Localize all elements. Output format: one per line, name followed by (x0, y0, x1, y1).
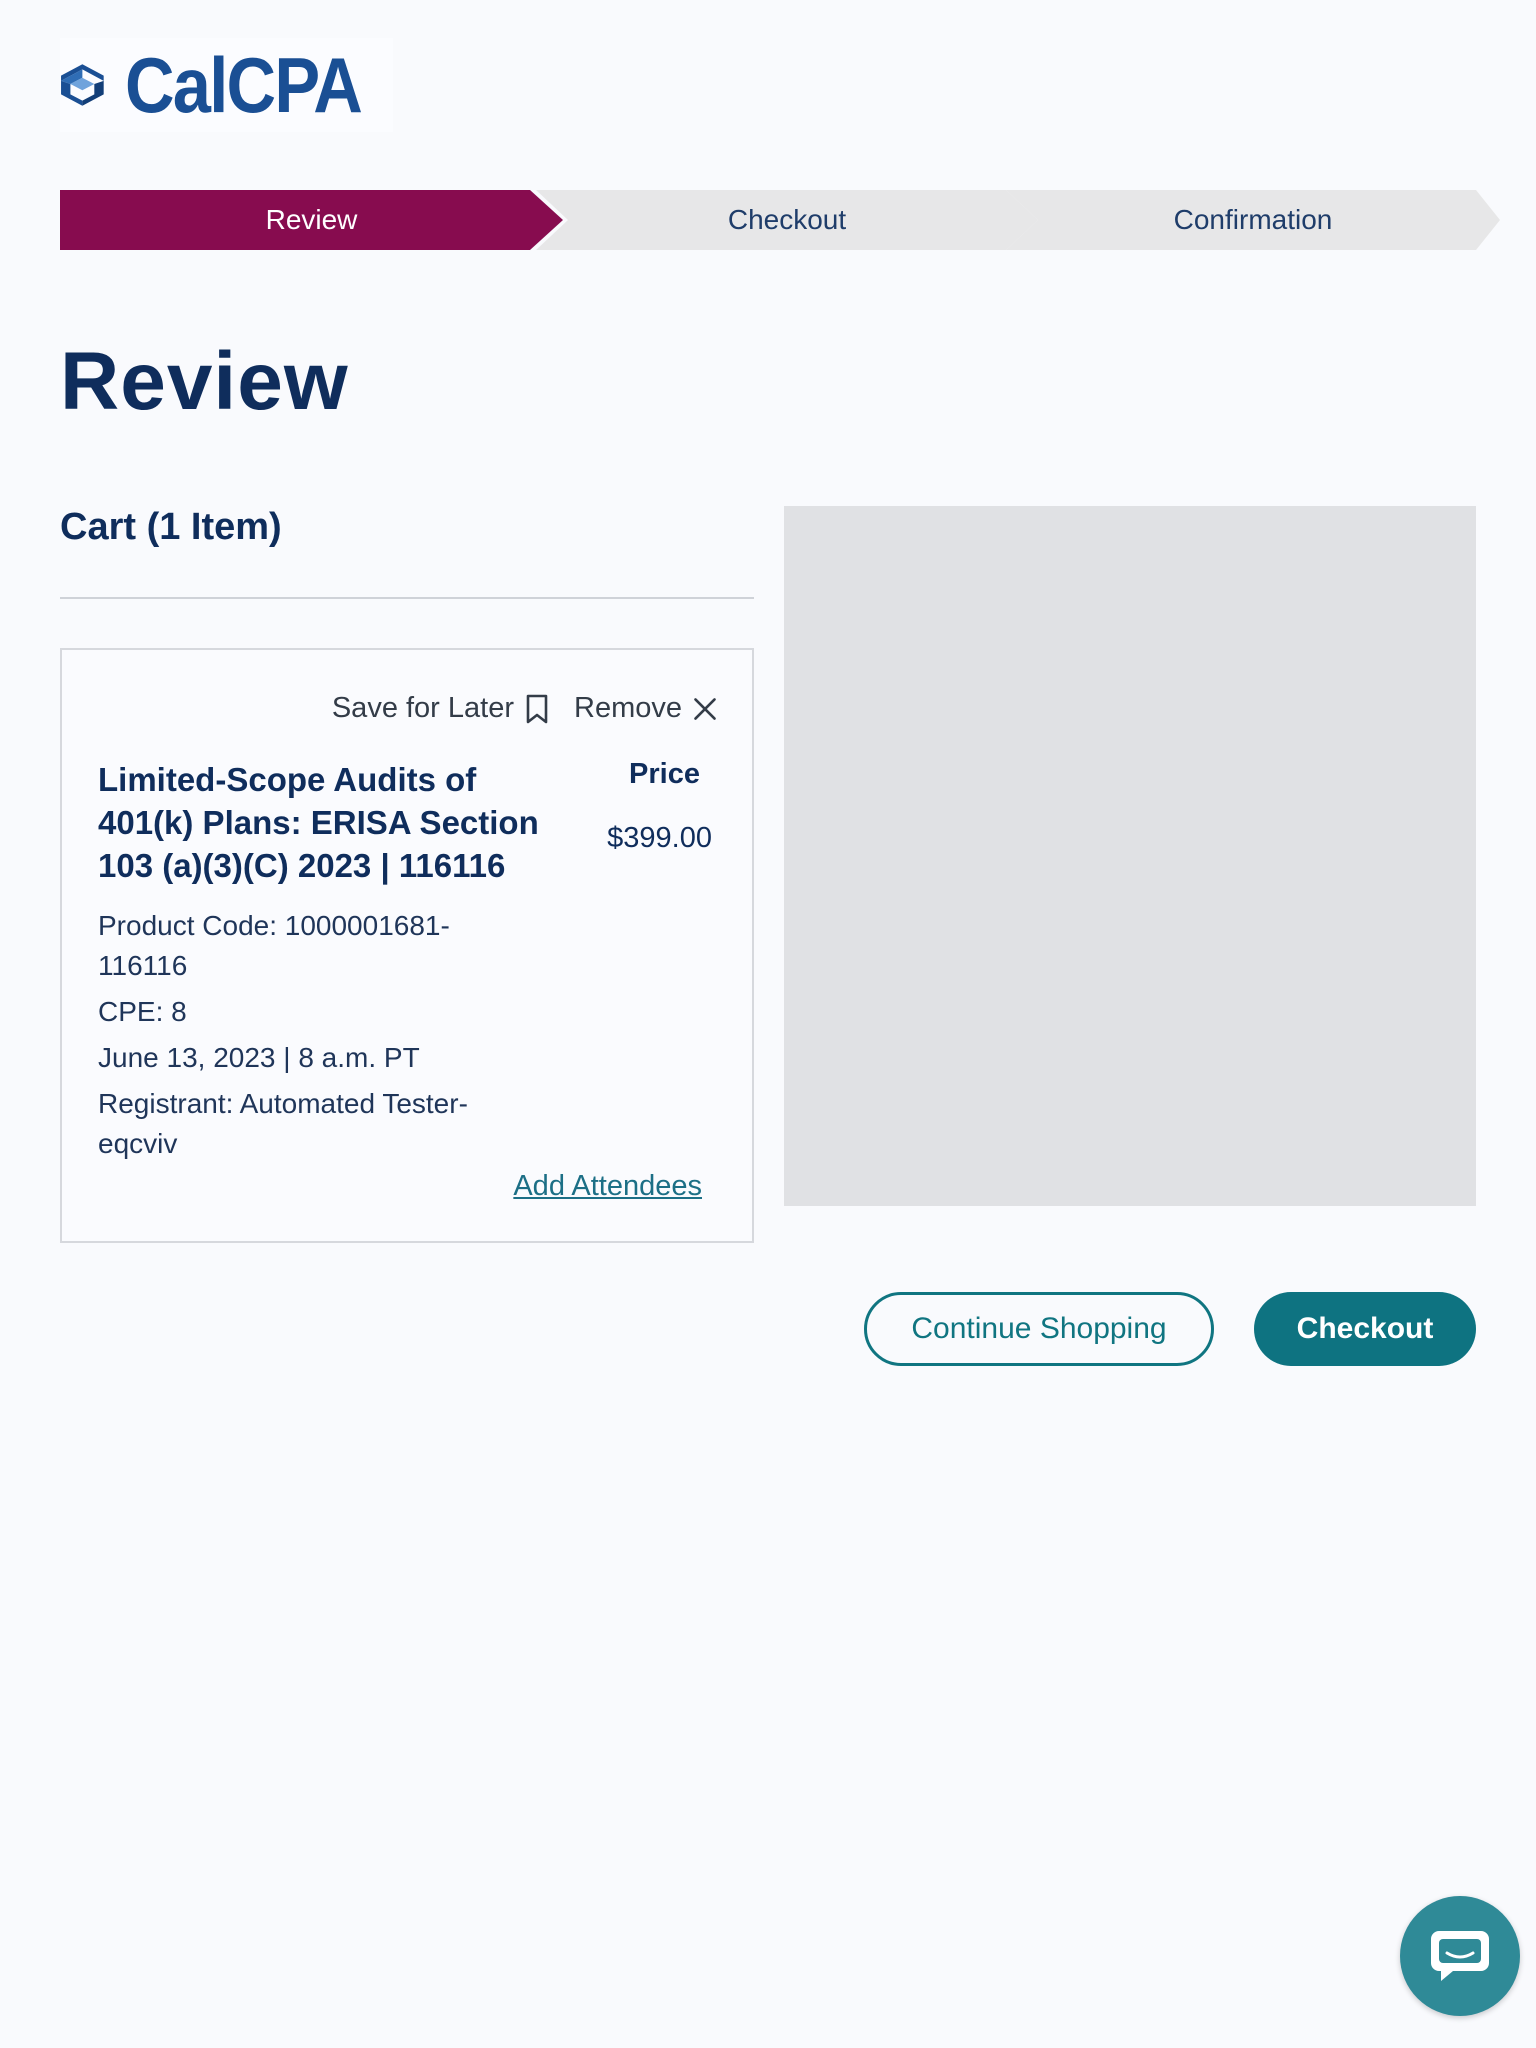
cpe-credits: CPE: 8 (98, 996, 187, 1027)
brand-name: CalCPA (124, 41, 363, 129)
price-label: Price (629, 758, 700, 790)
continue-shopping-button[interactable]: Continue Shopping (864, 1292, 1214, 1366)
save-for-later-label: Save for Later (331, 692, 514, 724)
product-code: Product Code: 1000001681-116116 (98, 910, 450, 981)
close-icon (694, 697, 716, 720)
save-for-later-button[interactable]: Save for Later (332, 692, 550, 725)
cart-heading: Cart (1 Item) (60, 506, 282, 548)
cart-divider (60, 597, 754, 599)
item-actions: Save for Later Remove (332, 692, 718, 725)
registrant: Registrant: Automated Tester-eqcviv (98, 1088, 468, 1159)
order-summary-placeholder (784, 506, 1476, 1206)
checkout-button[interactable]: Checkout (1254, 1292, 1476, 1366)
price-value: $399.00 (607, 822, 712, 854)
review-page: CalCPA Review Checkout Confirmation Revi… (0, 0, 1536, 2048)
event-date: June 13, 2023 | 8 a.m. PT (98, 1042, 420, 1073)
step-checkout: Checkout (536, 190, 1038, 250)
step-review: Review (60, 190, 563, 250)
item-title: Limited-Scope Audits of 401(k) Plans: ER… (98, 761, 539, 884)
remove-label: Remove (574, 692, 682, 724)
calcpa-logo[interactable]: CalCPA (60, 38, 393, 132)
checkout-progress-steps: Review Checkout Confirmation (60, 190, 1500, 250)
bookmark-icon (526, 694, 548, 723)
item-details: Product Code: 1000001681-116116 CPE: 8 J… (98, 906, 538, 1170)
calcpa-cube-logo-icon (61, 64, 104, 106)
cart-item-card: Save for Later Remove Limited-Scope Audi… (60, 648, 754, 1243)
add-attendees-link[interactable]: Add Attendees (513, 1170, 702, 1203)
step-confirmation: Confirmation (1006, 190, 1500, 250)
chat-widget-button[interactable] (1400, 1896, 1520, 2016)
page-title: Review (60, 336, 349, 427)
chat-bubble-icon (1431, 1931, 1489, 1981)
remove-button[interactable]: Remove (574, 692, 718, 725)
